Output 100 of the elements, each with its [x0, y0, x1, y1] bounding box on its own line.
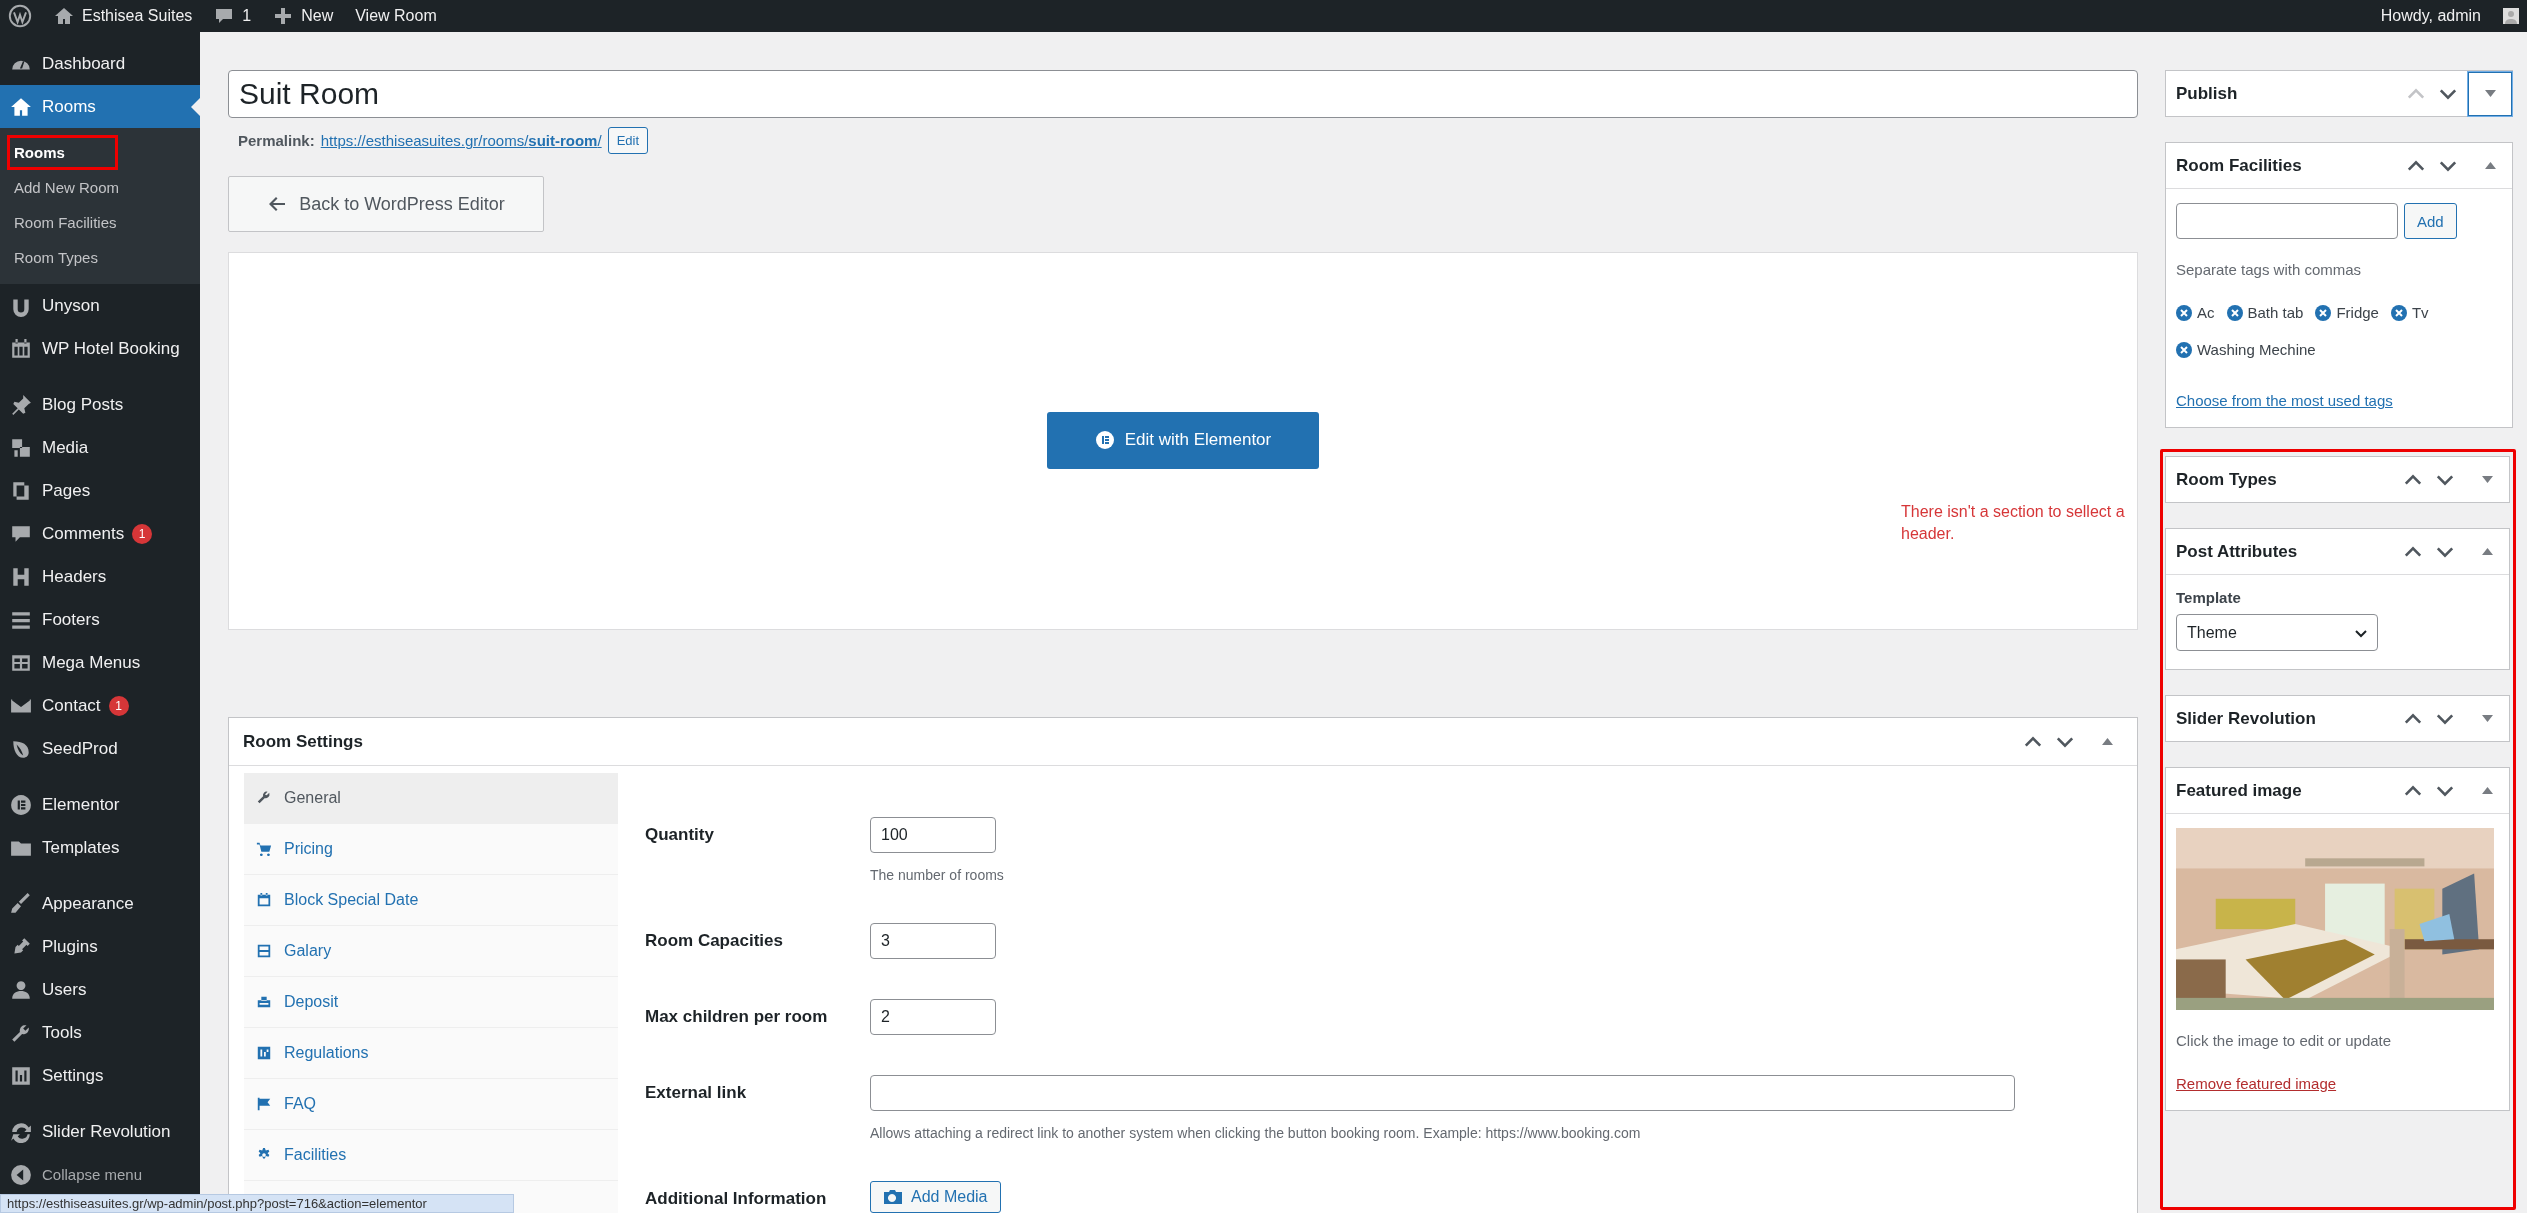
settings-tab[interactable]: FAQ — [244, 1079, 618, 1130]
field-label: Additional Information — [645, 1188, 828, 1210]
site-name-link[interactable]: Esthisea Suites — [54, 6, 193, 26]
triangle-icon — [2481, 476, 2493, 483]
remove-tag-icon[interactable] — [2315, 304, 2332, 321]
back-to-editor-button[interactable]: Back to WordPress Editor — [228, 176, 544, 232]
film-icon — [256, 943, 272, 959]
hint-text: Separate tags with commas — [2176, 261, 2363, 278]
annotation-note: There isn't a section to sellect a header. — [1901, 502, 2126, 544]
box-title: Publish — [2176, 83, 2238, 104]
menu-item[interactable]: Blog Posts — [0, 383, 200, 426]
box-title: Room Types — [2176, 469, 2277, 490]
tag-label: Washing Mechine — [2197, 341, 2316, 358]
menu-item[interactable]: Settings — [0, 1054, 200, 1097]
menu-item[interactable]: Contact 1 — [0, 684, 200, 727]
menu-item[interactable]: Pages — [0, 469, 200, 512]
template-select[interactable]: Theme — [2176, 614, 2378, 651]
tag-input[interactable] — [2176, 203, 2398, 239]
menu-item[interactable]: Templates — [0, 826, 200, 869]
number-input[interactable]: 2 — [870, 999, 996, 1035]
elementor-icon — [10, 793, 32, 816]
pages-icon — [10, 479, 32, 502]
refresh-icon — [10, 1120, 32, 1143]
submenu-item[interactable]: Rooms — [7, 135, 118, 170]
number-input[interactable]: 100 — [870, 817, 996, 853]
panel-title: Room Settings — [243, 731, 363, 752]
menu-item[interactable]: Rooms — [0, 85, 200, 128]
settings-tab[interactable]: Deposit — [244, 977, 618, 1028]
field-label: Room Capacities — [645, 930, 784, 952]
brush-icon — [10, 892, 32, 915]
menu-item[interactable]: Headers — [0, 555, 200, 598]
tray-icon — [256, 994, 272, 1010]
menu-item[interactable]: Footers — [0, 598, 200, 641]
remove-featured-image-link[interactable]: Remove featured image — [2176, 1075, 2497, 1092]
wordpress-logo-icon[interactable] — [8, 4, 32, 28]
edit-permalink-button[interactable]: Edit — [607, 127, 649, 154]
menu-item[interactable]: Comments 1 — [0, 512, 200, 555]
plus-icon — [273, 6, 294, 26]
settings-tab[interactable]: Block Special Date — [244, 875, 618, 926]
menu-item[interactable]: Elementor — [0, 783, 200, 826]
menu-item[interactable]: Tools — [0, 1011, 200, 1054]
settings-tab[interactable]: Facilities — [244, 1130, 618, 1181]
permalink-link[interactable]: https://esthiseasuites.gr/rooms/suit-room/ — [320, 132, 602, 149]
add-button[interactable]: Add — [2404, 203, 2457, 239]
comments-link[interactable]: 1 — [214, 6, 252, 26]
menu-item[interactable]: SeedProd — [0, 727, 200, 770]
submenu-item[interactable]: Add New Room — [0, 170, 200, 205]
flag-icon — [256, 1096, 272, 1112]
media-icon — [10, 436, 32, 459]
text-input[interactable] — [870, 1075, 2015, 1111]
help-text: The number of rooms — [870, 867, 1004, 883]
account-link[interactable]: Howdy, admin — [2380, 7, 2481, 25]
add-media-button[interactable]: Add Media — [870, 1181, 1001, 1213]
box-title: Slider Revolution — [2176, 708, 2316, 729]
triangle-icon — [2484, 162, 2496, 169]
user-icon — [10, 978, 32, 1001]
settings-tab[interactable]: General — [244, 773, 618, 824]
permalink-label: Permalink: — [238, 132, 315, 149]
edit-with-elementor-button[interactable]: Edit with Elementor — [1047, 411, 1319, 469]
select-label: Template — [2176, 589, 2242, 606]
toggle-button[interactable] — [2468, 71, 2512, 116]
settings-tab[interactable]: Regulations — [244, 1028, 618, 1079]
settings-tab[interactable]: Galary — [244, 926, 618, 977]
remove-tag-icon[interactable] — [2176, 341, 2192, 358]
menu-item[interactable]: WP Hotel Booking — [0, 327, 200, 370]
tag-label: Ac — [2197, 304, 2215, 321]
menu-item[interactable]: Dashboard — [0, 42, 200, 85]
menu-item[interactable]: Media — [0, 426, 200, 469]
triangle-icon — [2481, 787, 2493, 794]
menu-item[interactable]: Plugins — [0, 925, 200, 968]
most-used-tags-link[interactable]: Choose from the most used tags — [2176, 392, 2500, 409]
remove-tag-icon[interactable] — [2390, 304, 2407, 321]
pin-icon — [10, 393, 32, 416]
new-link[interactable]: New — [273, 6, 334, 26]
heading-icon — [10, 565, 32, 588]
triangle-icon — [2481, 715, 2493, 722]
elementor-icon — [1094, 430, 1115, 450]
collapse-triangle-icon[interactable] — [2101, 738, 2113, 745]
submenu-item[interactable]: Room Types — [0, 240, 200, 275]
view-room-link[interactable]: View Room — [355, 7, 437, 25]
menu-item[interactable]: Mega Menus — [0, 641, 200, 684]
menu-item[interactable]: Appearance — [0, 882, 200, 925]
collapse-menu-button[interactable]: Collapse menu — [0, 1153, 200, 1196]
calendar-icon — [10, 337, 32, 360]
menu-item[interactable]: Unyson — [0, 284, 200, 327]
triangle-icon — [2481, 548, 2493, 555]
left-arrow-icon — [267, 194, 288, 214]
remove-tag-icon[interactable] — [2226, 304, 2243, 321]
wrench-icon — [256, 790, 272, 806]
comment-icon — [214, 6, 235, 26]
title-field[interactable]: Suit Room — [228, 70, 2138, 118]
menu-item[interactable]: Slider Revolution — [0, 1110, 200, 1153]
tag-label: Tv — [2411, 304, 2429, 321]
settings-tab[interactable]: Pricing — [244, 824, 618, 875]
status-bar-url: https://esthiseasuites.gr/wp-admin/post.php?post=716&action=elementor — [0, 1194, 514, 1213]
number-input[interactable]: 3 — [870, 923, 996, 959]
caption-text: Click the image to edit or update — [2176, 1032, 2393, 1049]
menu-item[interactable]: Users — [0, 968, 200, 1011]
submenu-item[interactable]: Room Facilities — [0, 205, 200, 240]
remove-tag-icon[interactable] — [2176, 304, 2192, 321]
